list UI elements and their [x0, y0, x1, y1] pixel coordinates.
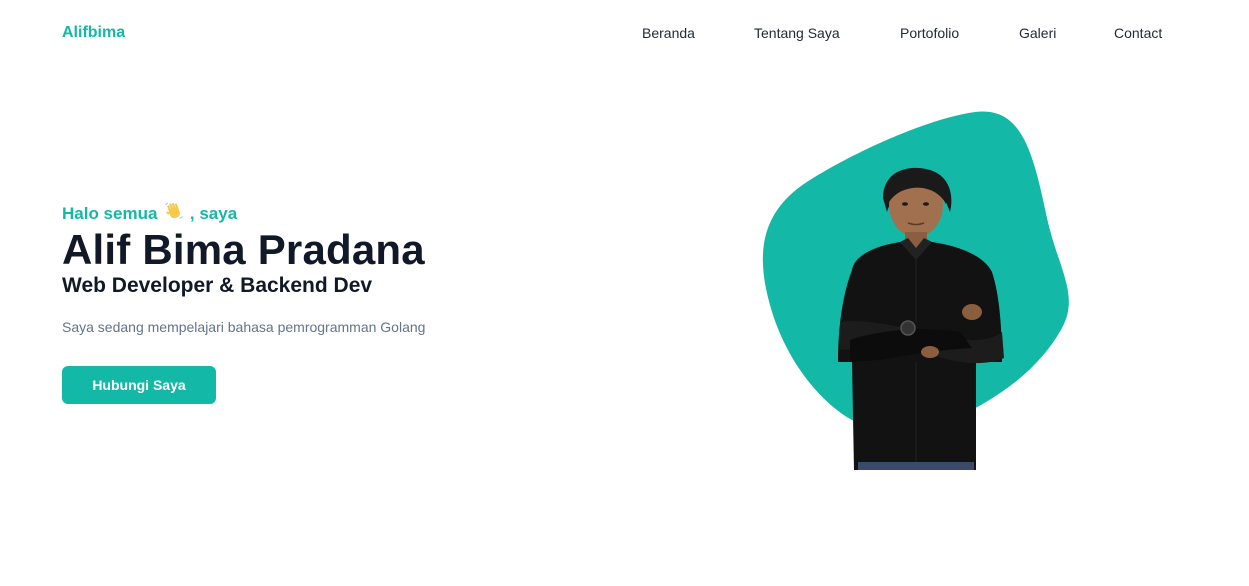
page: Alifbima Beranda Tentang Saya Portofolio…	[0, 0, 1249, 586]
hero-description: Saya sedang mempelajari bahasa pemrogram…	[62, 319, 426, 335]
hero-name: Alif Bima Pradana	[62, 226, 425, 273]
hero-role: Web Developer & Backend Dev	[62, 274, 373, 297]
nav-link-beranda[interactable]: Beranda	[642, 25, 695, 41]
nav-link-tentang-saya[interactable]: Tentang Saya	[754, 25, 840, 41]
contact-me-button[interactable]: Hubungi Saya	[62, 366, 216, 404]
nav-link-galeri[interactable]: Galeri	[1019, 25, 1056, 41]
nav-link-contact[interactable]: Contact	[1114, 25, 1162, 41]
hero-illustration	[740, 100, 1080, 480]
greeting-text: Halo semua	[62, 204, 158, 223]
main-nav: Beranda Tentang Saya Portofolio Galeri C…	[0, 25, 1249, 43]
hero-greeting: Halo semua , saya	[62, 201, 237, 226]
waving-hand-icon	[164, 201, 184, 226]
greeting-suffix: , saya	[189, 204, 238, 223]
nav-link-portofolio[interactable]: Portofolio	[900, 25, 959, 41]
